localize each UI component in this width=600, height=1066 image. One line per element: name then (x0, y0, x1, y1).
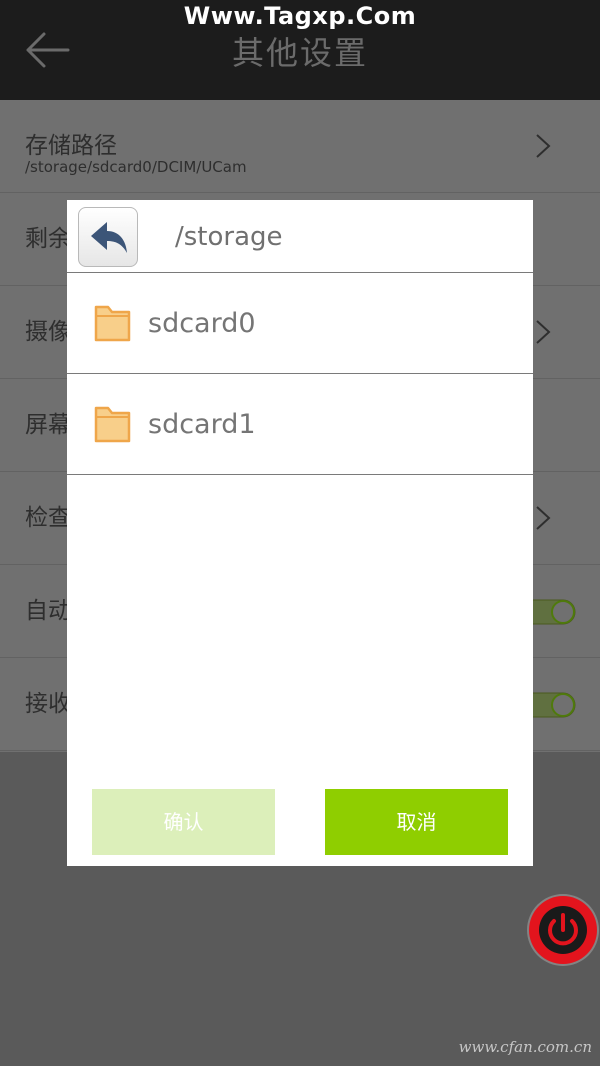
row-label: 屏幕 (25, 412, 71, 438)
row-label: 剩余 (25, 226, 71, 252)
row-label: 检查 (25, 505, 71, 531)
watermark-bottom: www.cfan.com.cn (458, 1038, 592, 1056)
settings-row-storage-path[interactable]: 存储路径 /storage/sdcard0/DCIM/UCam (0, 100, 600, 193)
page-title: 其他设置 (231, 34, 368, 72)
chevron-right-icon (536, 506, 551, 530)
folder-item-sdcard1[interactable]: sdcard1 (67, 374, 533, 475)
row-value: /storage/sdcard0/DCIM/UCam (25, 158, 247, 176)
folder-picker-dialog: /storage sdcard0 sdcard1 确认 取消 (67, 200, 533, 866)
watermark-top: Www.Tagxp.Com (183, 2, 417, 30)
row-label: 自动 (25, 598, 71, 624)
row-label: 存储路径 (25, 133, 117, 159)
folder-name: sdcard0 (148, 308, 256, 339)
power-icon[interactable] (526, 893, 600, 967)
folder-name: sdcard1 (148, 409, 256, 440)
chevron-right-icon (536, 320, 551, 344)
confirm-button[interactable]: 确认 (92, 789, 275, 855)
current-path: /storage (175, 222, 283, 252)
reply-arrow-icon (91, 222, 127, 253)
dialog-header: /storage (67, 200, 533, 273)
folder-icon (94, 406, 131, 443)
folder-item-sdcard0[interactable]: sdcard0 (67, 273, 533, 374)
folder-icon (94, 305, 131, 342)
parent-folder-button[interactable] (78, 207, 138, 267)
row-label: 接收 (25, 691, 71, 717)
row-label: 摄像 (25, 319, 71, 345)
cancel-button[interactable]: 取消 (325, 789, 508, 855)
chevron-right-icon (536, 134, 551, 158)
